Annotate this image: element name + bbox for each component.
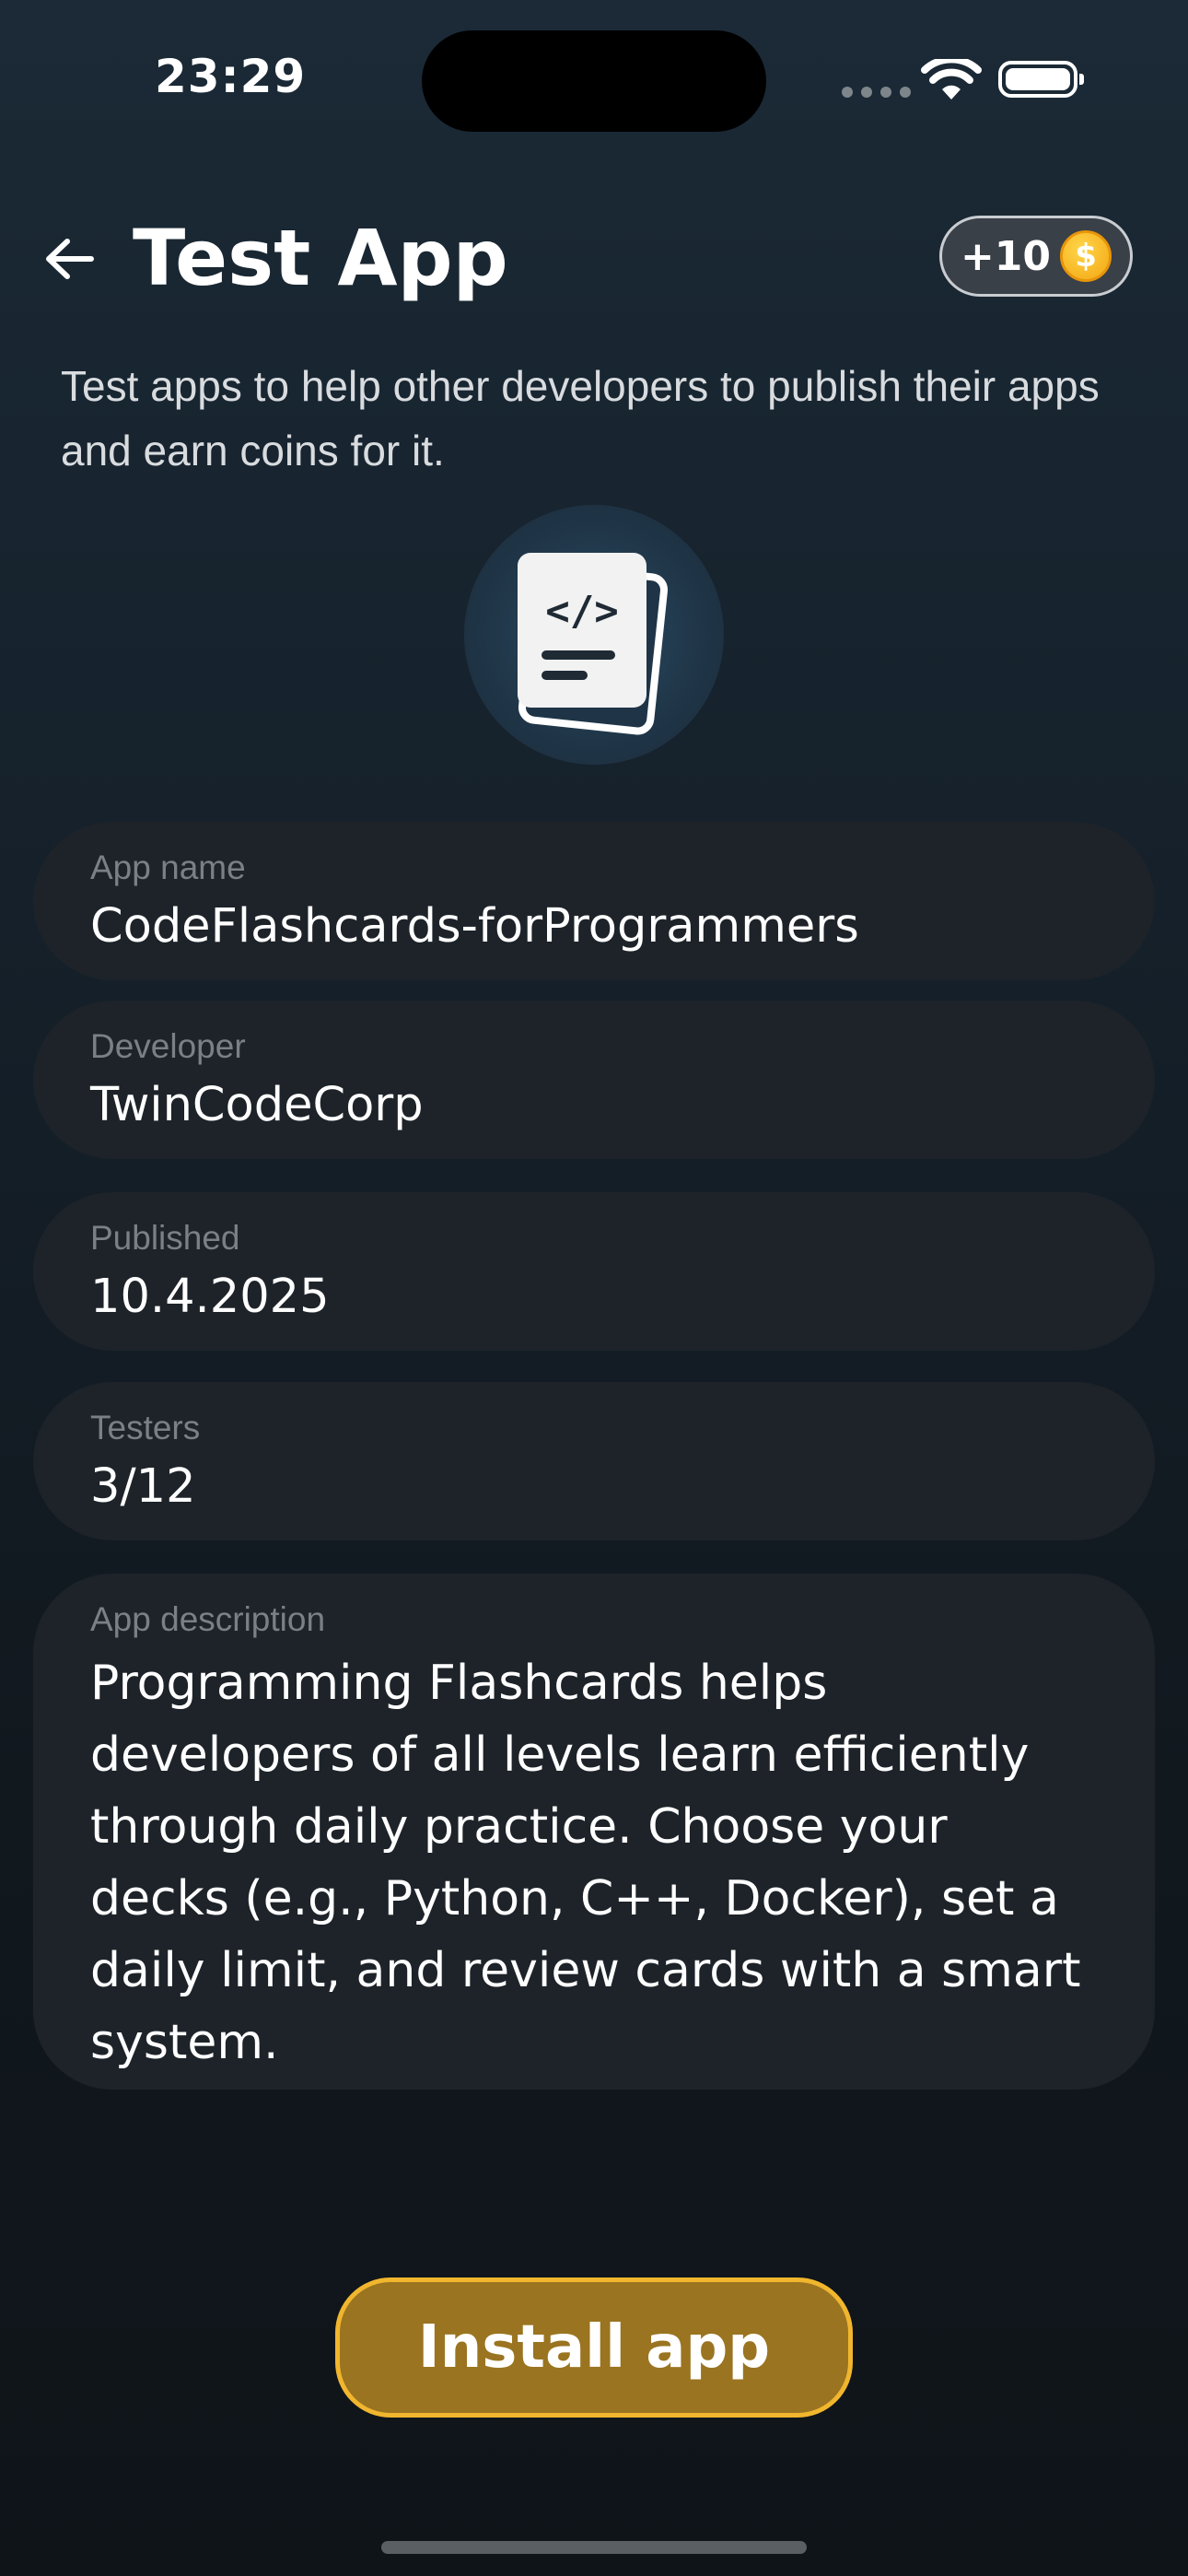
intro-text: Test apps to help other developers to pu… — [61, 362, 1100, 474]
arrow-left-icon — [46, 239, 94, 279]
code-glyph: </> — [545, 588, 618, 635]
app-name-value: CodeFlashcards-forProgrammers — [90, 899, 859, 954]
dynamic-island — [422, 30, 766, 132]
field-label: App name — [90, 849, 246, 886]
field-label: Developer — [90, 1027, 246, 1065]
testers-value: 3/12 — [90, 1459, 196, 1514]
field-label: App description — [90, 1600, 326, 1638]
field-label: Published — [90, 1219, 240, 1257]
published-value: 10.4.2025 — [90, 1270, 330, 1324]
install-app-button[interactable]: Install app — [335, 2277, 853, 2418]
coin-icon: $ — [1060, 230, 1112, 282]
developer-value: TwinCodeCorp — [90, 1078, 424, 1132]
wifi-icon — [921, 59, 982, 100]
page-title: Test App — [133, 213, 508, 303]
home-indicator[interactable] — [381, 2541, 807, 2554]
code-card-icon: </> — [518, 553, 669, 735]
testers-field: Testers 3/12 — [33, 1382, 1155, 1540]
cellular-signal-icon — [842, 87, 911, 98]
developer-field: Developer TwinCodeCorp — [33, 1001, 1155, 1159]
field-label: Testers — [90, 1409, 201, 1446]
status-time: 23:29 — [155, 50, 307, 103]
published-field: Published 10.4.2025 — [33, 1192, 1155, 1351]
app-description-value: Programming Flashcards helps developers … — [90, 1656, 1081, 2070]
battery-icon — [998, 61, 1084, 98]
status-bar: 23:29 — [0, 0, 1188, 157]
reward-amount: +10 — [960, 232, 1052, 280]
app-icon: </> — [464, 505, 724, 765]
app-name-field: App name CodeFlashcards-forProgrammers — [33, 822, 1155, 980]
reward-badge: +10 $ — [939, 216, 1133, 297]
app-description-field: App description Programming Flashcards h… — [33, 1574, 1155, 2090]
back-button[interactable] — [39, 228, 99, 289]
